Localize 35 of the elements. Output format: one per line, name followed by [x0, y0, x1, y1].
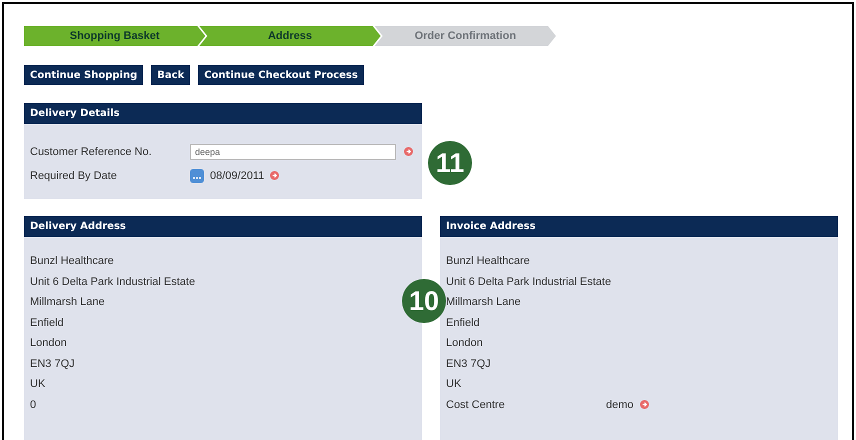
- address-line: EN3 7QJ: [446, 356, 492, 371]
- field-label: Cost Centre: [446, 398, 506, 412]
- panel-header: Delivery Address: [24, 216, 422, 237]
- address-line: EN3 7QJ: [30, 356, 76, 371]
- address-line: Bunzl Healthcare: [446, 254, 531, 268]
- action-button[interactable]: Continue Shopping: [24, 65, 144, 85]
- progress-step: Shopping Basket: [24, 26, 206, 46]
- address-line: UK: [446, 377, 462, 392]
- action-button[interactable]: Back: [151, 65, 190, 85]
- address-line: Millmarsh Lane: [30, 295, 106, 310]
- field-label: Customer Reference No.: [30, 146, 153, 158]
- address-line: Unit 6 Delta Park Industrial Estate: [30, 274, 196, 289]
- arrow-icon: [640, 400, 649, 410]
- calendar-button[interactable]: [190, 168, 204, 182]
- address-line: UK: [30, 377, 46, 392]
- arrow-icon: [404, 147, 413, 156]
- address-line: London: [446, 336, 484, 350]
- panel-header: Invoice Address: [440, 216, 838, 237]
- address-line: Enfield: [30, 316, 65, 330]
- address-line: London: [30, 336, 68, 350]
- progress-step: Address: [199, 26, 381, 46]
- field-label: Required By Date: [30, 170, 118, 182]
- address-line: Millmarsh Lane: [446, 295, 522, 310]
- action-button[interactable]: Continue Checkout Process: [198, 65, 364, 85]
- field-value: demo: [606, 398, 634, 412]
- address-line: Enfield: [446, 316, 481, 330]
- address-line: Bunzl Healthcare: [30, 254, 115, 268]
- arrow-icon: [270, 171, 280, 180]
- address-line: Unit 6 Delta Park Industrial Estate: [446, 274, 612, 289]
- input-field[interactable]: deepa: [190, 144, 396, 160]
- progress-step: Order Confirmation: [374, 26, 556, 46]
- date-value: 08/09/2011: [210, 170, 264, 182]
- callout-badge: 11: [428, 141, 472, 185]
- panel-header: Delivery Details: [24, 103, 422, 124]
- address-line: 0: [30, 398, 38, 412]
